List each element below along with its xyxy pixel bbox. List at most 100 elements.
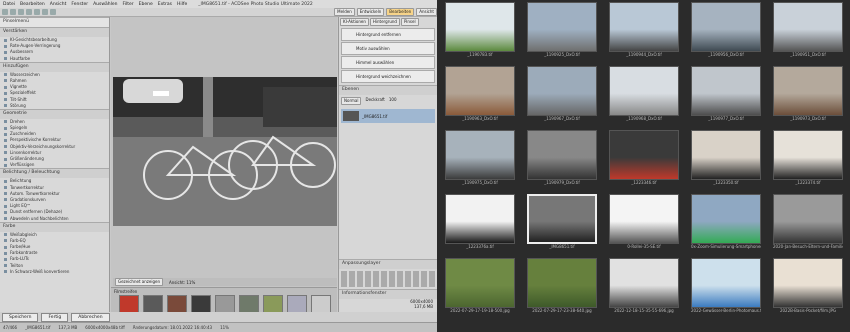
section-header[interactable]: Verstärken <box>0 27 109 37</box>
gallery-item[interactable]: 0x-Zoom-Simulierung-Smartphones-17-rec..… <box>691 194 761 250</box>
bicycle-photo[interactable] <box>113 77 337 226</box>
menu-item[interactable]: Bearbeiten <box>20 2 45 7</box>
filmstrip-thumb[interactable] <box>263 295 283 313</box>
gallery-thumb[interactable] <box>445 258 515 308</box>
gallery-thumb[interactable] <box>773 66 843 116</box>
gallery-item[interactable]: 2022-12-18-15-35-55-696.jpg <box>609 258 679 314</box>
tool-item[interactable]: Verflüssigen <box>0 162 109 168</box>
ai-action-button[interactable]: Hintergrund entfernen <box>341 28 435 41</box>
gallery-item[interactable]: _1190973_DxO.tif <box>773 66 843 122</box>
gallery-thumb[interactable] <box>609 130 679 180</box>
layer-row[interactable]: _IMG8651.tif <box>341 109 435 123</box>
menu-item[interactable]: Ebene <box>139 2 153 7</box>
tab-edit[interactable]: Bearbeiten <box>386 8 415 16</box>
gallery-thumb[interactable] <box>773 194 843 244</box>
filmstrip-thumb[interactable] <box>143 295 163 313</box>
gallery-thumb[interactable] <box>691 130 761 180</box>
filmstrip-thumb[interactable] <box>215 295 235 313</box>
tab-develop[interactable]: Entwickeln <box>356 8 385 16</box>
menu-item[interactable]: Filter <box>123 2 134 7</box>
tab-background[interactable]: Hintergrund <box>369 18 400 26</box>
tool-item[interactable]: Störung <box>0 103 109 109</box>
filmstrip-thumb[interactable] <box>119 295 139 313</box>
gallery-thumb[interactable] <box>527 258 597 308</box>
gallery-item[interactable]: 2022-Gewässer-Berlin-Photomaus.tif <box>691 258 761 314</box>
menu-item[interactable]: Datei <box>3 2 15 7</box>
ai-action-button[interactable]: Himmel auswählen <box>341 56 435 69</box>
undo-icon[interactable] <box>18 9 24 15</box>
gallery-thumb[interactable] <box>773 2 843 52</box>
section-header[interactable]: Belichtung / Beleuchtung <box>0 168 109 179</box>
gallery-thumb[interactable] <box>445 130 515 180</box>
section-header[interactable]: Geometrie <box>0 108 109 119</box>
redo-icon[interactable] <box>26 9 32 15</box>
tab-brush[interactable]: Pinsel <box>400 18 419 26</box>
gallery-thumb[interactable] <box>691 258 761 308</box>
gallery-item[interactable]: _1190968_DxO.tif <box>609 66 679 122</box>
ai-action-button[interactable]: Hintergrund weichzeichnen <box>341 70 435 83</box>
gallery-item[interactable]: 2020-Jan-Besuch-Eltern-und-Familie.jpg <box>773 194 843 250</box>
crop-tool-icon[interactable] <box>42 9 48 15</box>
opacity-value[interactable]: 100 <box>389 97 397 105</box>
gallery-item[interactable]: _1223374.tif <box>773 130 843 186</box>
gallery-item[interactable]: _1223376a.tif <box>445 194 515 250</box>
gallery-thumb[interactable] <box>691 66 761 116</box>
meet-button[interactable]: Melden <box>334 8 355 16</box>
gallery-thumb[interactable] <box>609 2 679 52</box>
menu-item[interactable]: Auswählen <box>93 2 117 7</box>
gallery-thumb[interactable] <box>609 258 679 308</box>
tool-item[interactable]: In Schwarz-Weiß konvertieren <box>0 269 109 275</box>
save-icon[interactable] <box>10 9 16 15</box>
menu-item[interactable]: Fenster <box>71 2 88 7</box>
tool-item[interactable]: Hautfarbe <box>0 56 109 62</box>
gallery-thumb[interactable] <box>691 194 761 244</box>
filmstrip-thumb[interactable] <box>239 295 259 313</box>
filmstrip-thumb[interactable] <box>311 295 331 313</box>
gallery-thumb[interactable] <box>691 2 761 52</box>
menu-item[interactable]: Ansicht <box>50 2 67 7</box>
gallery-item[interactable]: _1190963_DxO.tif <box>445 66 515 122</box>
open-icon[interactable] <box>2 9 8 15</box>
tab-view[interactable]: Ansicht <box>416 8 437 16</box>
gallery-thumb[interactable] <box>527 2 597 52</box>
section-header[interactable]: Farbe <box>0 221 109 232</box>
show-drawn-button[interactable]: Gezeichnet anzeigen <box>115 278 163 286</box>
filmstrip-thumb[interactable] <box>167 295 187 313</box>
section-header[interactable]: Hinzufügen <box>0 61 109 72</box>
gallery-item[interactable]: _1190956_DxO.tif <box>691 2 761 58</box>
menu-item[interactable]: Extras <box>158 2 172 7</box>
gallery-item[interactable]: 2022B-Basis-Pocket/film.JPG <box>773 258 843 314</box>
gallery-item[interactable]: _1190783.tif <box>445 2 515 58</box>
gallery-item[interactable]: 0-Rollei-35-SE.tif <box>609 194 679 250</box>
gallery-thumb[interactable] <box>445 194 515 244</box>
gallery-thumb[interactable] <box>773 258 843 308</box>
gallery-thumb[interactable] <box>527 66 597 116</box>
gallery-item[interactable]: _1190977_DxO.tif <box>691 66 761 122</box>
menu-item[interactable]: Hilfe <box>177 2 187 7</box>
gallery-thumb[interactable] <box>445 66 515 116</box>
gallery-thumb[interactable] <box>609 194 679 244</box>
gallery-item[interactable]: _1190975_DxO.tif <box>445 130 515 186</box>
gallery-item[interactable]: _1223350.tif <box>691 130 761 186</box>
cancel-button[interactable]: Abbrechen <box>71 312 110 322</box>
gallery-item[interactable]: _1190967_DxO.tif <box>527 66 597 122</box>
select-tool-icon[interactable] <box>34 9 40 15</box>
gallery-thumb[interactable] <box>527 130 597 180</box>
gallery-item[interactable]: _IMG8651.tif <box>527 194 597 250</box>
blend-mode-select[interactable]: Normal <box>341 97 362 105</box>
gallery-thumb[interactable] <box>773 130 843 180</box>
adjust-layer-icons[interactable] <box>341 271 435 287</box>
gallery-thumb[interactable] <box>527 194 597 244</box>
tool-item[interactable]: Abwedeln und Nachbelichten <box>0 216 109 222</box>
ai-action-button[interactable]: Motiv auswählen <box>341 42 435 55</box>
gallery-item[interactable]: _1190944_DxO.tif <box>609 2 679 58</box>
gallery-thumb[interactable] <box>445 2 515 52</box>
filmstrip-thumb[interactable] <box>287 295 307 313</box>
done-button[interactable]: Fertig <box>41 312 69 322</box>
gallery-thumb[interactable] <box>609 66 679 116</box>
gallery-item[interactable]: _1223346.tif <box>609 130 679 186</box>
brush-tool-icon[interactable] <box>50 9 56 15</box>
gallery-item[interactable]: _1190951_DxO.tif <box>773 2 843 58</box>
filmstrip-thumb[interactable] <box>191 295 211 313</box>
gallery-item[interactable]: 2022-07-29-17-23-38-640.jpg <box>527 258 597 314</box>
